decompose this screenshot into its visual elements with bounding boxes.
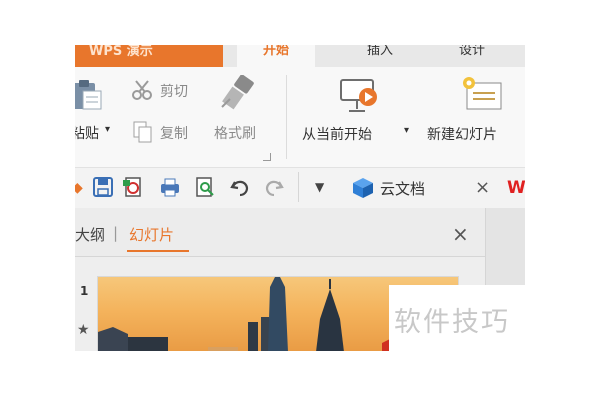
ribbon-group-divider	[286, 75, 287, 159]
print-icon[interactable]	[159, 176, 181, 198]
watermark-text: 软件技巧	[394, 307, 510, 338]
cut-label: 剪切	[160, 84, 188, 100]
qat-overflow-icon[interactable]: ◆	[75, 180, 83, 196]
export-pdf-icon[interactable]	[122, 176, 144, 198]
new-slide-icon	[463, 77, 502, 110]
clipboard-dialog-launcher[interactable]	[263, 153, 271, 161]
play-dropdown-caret[interactable]: ▾	[404, 125, 409, 136]
scissors-icon	[132, 80, 152, 100]
tab-slides[interactable]: 幻灯片	[129, 224, 174, 245]
paste-icon	[75, 80, 102, 110]
panel-divider	[75, 256, 485, 257]
app-menu-button[interactable]: WPS 演示	[75, 45, 223, 67]
qat-divider	[298, 172, 299, 202]
ribbon-home-panel: 粘贴 ▾ 剪切 复制 格式刷 从当前开始 ▾ 新建幻灯片	[75, 67, 525, 167]
panel-tab-bar: 大纲 | 幻灯片 ×	[75, 208, 485, 256]
paste-dropdown-caret[interactable]: ▾	[105, 124, 110, 135]
tab-outline[interactable]: 大纲	[75, 224, 105, 245]
play-from-current-label: 从当前开始	[302, 127, 372, 143]
customize-qat-caret[interactable]: ▼	[315, 180, 324, 194]
projector-play-icon	[340, 79, 377, 112]
panel-tab-separator: |	[113, 224, 119, 242]
panel-close-button[interactable]: ×	[452, 224, 469, 244]
format-painter-label: 格式刷	[214, 126, 256, 142]
cloud-docs-close-button[interactable]: ×	[475, 179, 490, 197]
save-icon[interactable]	[92, 176, 114, 198]
tab-home[interactable]: 开始	[237, 45, 315, 67]
copy-icon	[133, 121, 152, 143]
cloud-box-icon	[353, 178, 373, 198]
slide-animation-star: ★	[77, 322, 90, 338]
tab-design[interactable]: 设计	[437, 45, 507, 67]
format-painter-icon	[221, 75, 254, 110]
quick-access-toolbar: ◆ ▼ 云文档 × W	[75, 167, 525, 208]
new-slide-label: 新建幻灯片	[427, 127, 497, 143]
active-tab-underline	[127, 250, 189, 252]
redo-icon[interactable]	[263, 176, 285, 198]
cloud-docs-label: 云文档	[380, 180, 426, 198]
paste-label: 粘贴	[75, 126, 99, 142]
tab-insert[interactable]: 插入	[345, 45, 415, 67]
print-preview-icon[interactable]	[194, 176, 216, 198]
ribbon-tab-bar: WPS 演示 开始 插入 设计	[75, 45, 525, 67]
undo-icon[interactable]	[229, 176, 251, 198]
copy-label: 复制	[160, 126, 188, 142]
slide-number: 1	[80, 284, 89, 298]
wps-logo-icon[interactable]: W	[507, 178, 525, 198]
